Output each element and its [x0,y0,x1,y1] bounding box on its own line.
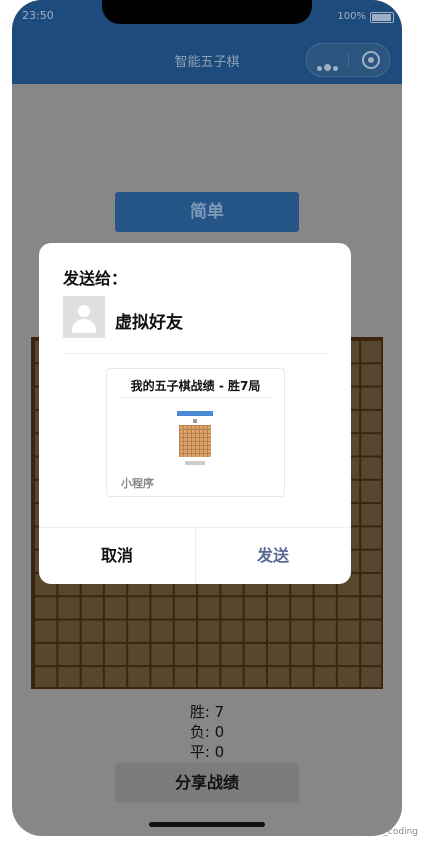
game-stats: 胜: 7 负: 0 平: 0 [12,702,402,762]
navbar: 智能五子棋 [12,34,402,84]
stat-win: 胜: 7 [189,703,225,721]
divider [63,353,328,354]
card-footer: 小程序 [121,477,154,490]
watermark: CSDN @silence_coding [314,827,418,837]
stat-lose: 负: 0 [189,723,225,741]
dialog-actions: 取消 发送 [39,527,351,584]
avatar [63,296,105,338]
share-card: 我的五子棋战绩 - 胜7局 小程序 [106,368,285,497]
send-button[interactable]: 发送 [195,528,351,584]
avatar-body [72,319,96,333]
cancel-button[interactable]: 取消 [39,528,196,584]
more-icon[interactable] [317,56,343,71]
board-thumbnail [179,425,211,457]
notch [102,0,312,24]
close-icon[interactable] [362,51,380,69]
miniprogram-capsule [306,43,390,77]
card-divider [119,397,272,398]
capsule-divider [348,52,349,68]
stat-draw: 平: 0 [189,743,225,761]
send-to-label: 发送给： [63,269,128,288]
card-title: 我的五子棋战绩 - 胜7局 [130,379,261,393]
home-indicator [149,822,265,827]
avatar-head [78,305,90,317]
share-dialog: 发送给： 虚拟好友 我的五子棋战绩 - 胜7局 小程序 取消 发送 [39,243,351,584]
battery-icon [370,12,394,23]
difficulty-button[interactable]: 简单 [115,192,299,232]
battery-percent: 100% [337,11,366,22]
card-thumbnail [177,411,213,469]
status-time: 23:50 [22,9,54,22]
friend-name: 虚拟好友 [115,313,183,333]
share-record-button[interactable]: 分享战绩 [115,763,299,803]
